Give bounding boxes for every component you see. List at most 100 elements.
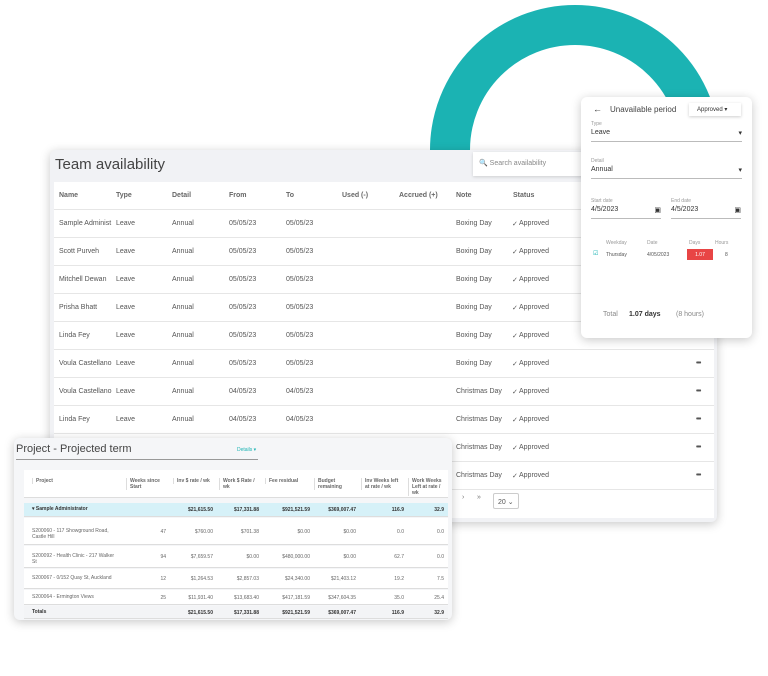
- column-header[interactable]: Accrued (+): [399, 192, 438, 199]
- cell-name: Linda Fey: [59, 416, 90, 423]
- calendar-icon[interactable]: ▣: [734, 206, 741, 214]
- cell-from: 05/05/23: [229, 360, 257, 367]
- column-header[interactable]: Fee residual: [265, 478, 310, 484]
- project-value: $21,403.12: [330, 576, 356, 582]
- project-value: $0.00: [297, 528, 310, 535]
- page-title: Team availability: [55, 156, 166, 173]
- column-header[interactable]: Inv $ rate / wk: [173, 478, 213, 484]
- cell-type: Leave: [116, 332, 136, 339]
- project-value: 0.0: [437, 528, 444, 535]
- cell-from: 05/05/23: [229, 332, 257, 339]
- calendar-icon[interactable]: ▣: [654, 206, 661, 214]
- more-options-button[interactable]: •••: [696, 360, 701, 367]
- check-icon: ✓: [512, 473, 518, 480]
- more-options-button[interactable]: •••: [696, 444, 701, 451]
- project-value: $0.00: [246, 554, 259, 560]
- column-header[interactable]: From: [229, 192, 247, 199]
- project-value: $417,181.59: [282, 594, 310, 601]
- check-icon: ✓: [512, 249, 518, 256]
- total-hours: (8 hours): [676, 311, 705, 318]
- status-dropdown[interactable]: Approved ▾: [689, 103, 741, 116]
- check-icon: ✓: [512, 361, 518, 368]
- column-header[interactable]: Type: [116, 192, 132, 199]
- column-header[interactable]: Project: [32, 478, 122, 484]
- project-row[interactable]: S200064 - Ermington Views 25 $11,931.40 $13…: [24, 590, 448, 605]
- row-weekday: Thursday: [606, 252, 627, 258]
- end-date-field[interactable]: 4/5/2023 ▣: [671, 206, 741, 219]
- project-name: S200092 - Health Clinic - 217 Walker St: [32, 553, 115, 565]
- column-header[interactable]: Work Weeks Left at rate / wk: [408, 478, 444, 496]
- cell-status: Approved: [519, 416, 549, 423]
- more-options-button[interactable]: •••: [696, 388, 701, 395]
- column-header[interactable]: Weeks since Start: [126, 478, 166, 490]
- column-header[interactable]: Used (-): [342, 192, 368, 199]
- cell-to: 05/05/23: [286, 304, 314, 311]
- total-days: 1.07 days: [629, 311, 661, 318]
- project-value: 32.9: [434, 507, 444, 513]
- cell-to: 05/05/23: [286, 360, 314, 367]
- column-header[interactable]: Work $ Rate / wk: [219, 478, 259, 490]
- cell-note: Christmas Day: [456, 388, 502, 395]
- search-placeholder: Search availability: [489, 160, 547, 167]
- end-date-value: 4/5/2023: [671, 206, 699, 213]
- row-days[interactable]: 1.07: [687, 249, 713, 260]
- search-input[interactable]: 🔍 Search availability: [473, 152, 593, 176]
- column-header[interactable]: To: [286, 192, 294, 199]
- start-date-field[interactable]: 4/5/2023 ▣: [591, 206, 661, 219]
- details-dropdown[interactable]: Details ▾: [237, 447, 256, 453]
- col-days: Days: [689, 240, 701, 246]
- project-value: $921,521.59: [282, 609, 310, 616]
- back-arrow-icon[interactable]: ←: [593, 104, 602, 114]
- column-header[interactable]: Inv Weeks left at rate / wk: [361, 478, 404, 490]
- project-name: S200064 - Ermington Views: [32, 593, 94, 600]
- project-value: 0.0: [397, 528, 404, 535]
- type-label: Type: [591, 121, 602, 127]
- detail-select[interactable]: Annual ▾: [591, 166, 742, 179]
- cell-name: Voula Castellano: [59, 388, 112, 395]
- cell-to: 05/05/23: [286, 248, 314, 255]
- project-row[interactable]: S200092 - Health Clinic - 217 Walker St 9…: [24, 546, 448, 568]
- project-value: $21,615.50: [187, 507, 213, 513]
- project-projected-term-panel: Project - Projected term Details ▾ Proje…: [14, 438, 452, 620]
- unavailable-period-panel: ← Unavailable period Approved ▾ Type Lea…: [581, 97, 752, 338]
- column-header[interactable]: Note: [456, 192, 472, 199]
- table-row[interactable]: Linda Fey Leave Annual 04/05/23 04/05/23 Chri…: [54, 406, 714, 434]
- cell-note: Boxing Day: [456, 304, 492, 311]
- cell-note: Christmas Day: [456, 472, 502, 479]
- cell-type: Leave: [116, 276, 136, 283]
- cell-from: 05/05/23: [229, 304, 257, 311]
- cell-status: Approved: [519, 220, 549, 227]
- column-header[interactable]: Budget remaining: [314, 478, 356, 490]
- check-icon: ✓: [512, 221, 518, 228]
- column-header[interactable]: Name: [59, 192, 78, 199]
- page-size-select[interactable]: 20 ⌄: [493, 493, 519, 509]
- column-header[interactable]: Status: [513, 192, 534, 199]
- project-group-row[interactable]: ▾ Sample Administrator $21,615.50 $17,331.…: [24, 503, 448, 517]
- last-page-button[interactable]: »: [477, 494, 481, 501]
- type-select[interactable]: Leave ▾: [591, 129, 742, 142]
- table-row[interactable]: Voula Castellano Leave Annual 05/05/23 05/05…: [54, 350, 714, 378]
- project-value: $0.00: [343, 554, 356, 560]
- check-icon: ✓: [512, 445, 518, 452]
- row-checkbox[interactable]: ☑: [593, 250, 598, 257]
- next-page-button[interactable]: ›: [462, 494, 464, 501]
- table-row[interactable]: Voula Castellano Leave Annual 04/05/23 04/05…: [54, 378, 714, 406]
- column-header[interactable]: Detail: [172, 192, 191, 199]
- cell-name: Sample Administ: [59, 220, 112, 227]
- cell-detail: Annual: [172, 388, 194, 395]
- cell-to: 04/05/23: [286, 416, 314, 423]
- project-value: 94: [160, 554, 166, 560]
- project-row[interactable]: S200067 - 0/152 Quay St, Auckland 12 $1,26…: [24, 569, 448, 589]
- project-value: $24,340.00: [284, 576, 310, 582]
- cell-name: Scott Purveh: [59, 248, 100, 255]
- col-hours: Hours: [715, 240, 729, 246]
- project-title: Project - Projected term: [16, 443, 258, 460]
- cell-name: Linda Fey: [59, 332, 90, 339]
- cell-note: Boxing Day: [456, 332, 492, 339]
- col-date: Date: [647, 240, 658, 246]
- project-value: $1,264.53: [190, 576, 213, 582]
- more-options-button[interactable]: •••: [696, 416, 701, 423]
- more-options-button[interactable]: •••: [696, 472, 701, 479]
- totals-row[interactable]: Totals $21,615.50 $17,331.88 $921,521.59 $36…: [24, 606, 448, 619]
- project-row[interactable]: S200060 - 117 Showground Road, Castle Hi…: [24, 518, 448, 545]
